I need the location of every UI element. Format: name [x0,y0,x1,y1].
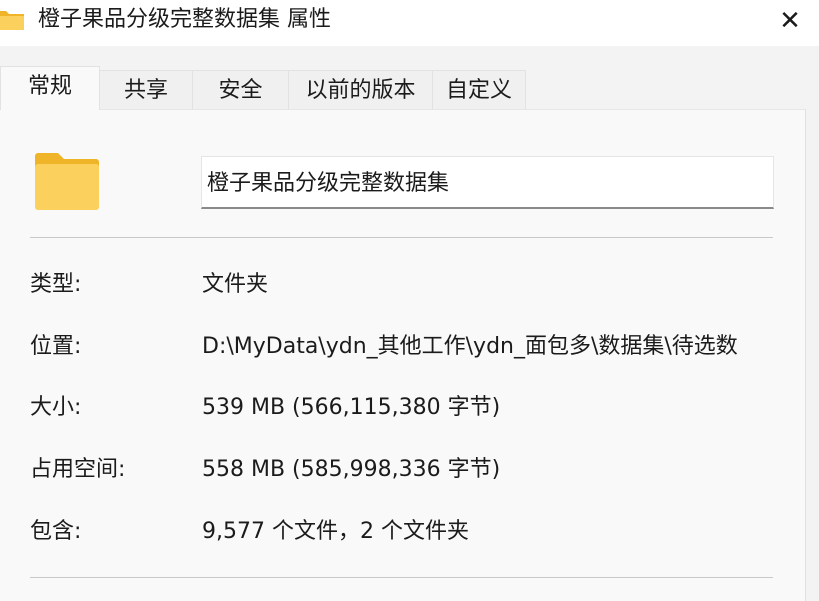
tab-previous-versions[interactable]: 以前的版本 [288,70,433,110]
title-bar: 橙子果品分级完整数据集 属性 ✕ [0,0,819,46]
tab-strip: 常规 共享 安全 以前的版本 自定义 [0,46,819,110]
tab-security[interactable]: 安全 [192,70,289,110]
location-label: 位置: [30,334,82,359]
location-value: D:\MyData\ydn_其他工作\ydn_面包多\数据集\待选数 [202,334,738,359]
size-label: 大小: [30,395,82,420]
size-on-disk-value: 558 MB (585,998,336 字节) [202,457,501,482]
close-button[interactable]: ✕ [770,2,810,40]
size-value: 539 MB (566,115,380 字节) [202,395,501,420]
type-value: 文件夹 [202,272,269,297]
contains-label: 包含: [30,519,82,544]
contains-value: 9,577 个文件，2 个文件夹 [202,519,469,544]
size-on-disk-label: 占用空间: [30,457,126,482]
folder-icon [35,153,99,210]
folder-name-input[interactable]: 橙子果品分级完整数据集 [201,156,774,209]
window-title: 橙子果品分级完整数据集 属性 [38,7,331,32]
folder-icon [0,11,24,30]
type-label: 类型: [30,272,82,297]
close-icon: ✕ [779,6,801,36]
tab-general[interactable]: 常规 [0,66,100,110]
tab-customize[interactable]: 自定义 [432,70,526,110]
divider [30,577,773,578]
tab-sharing[interactable]: 共享 [99,70,193,110]
divider [30,237,773,238]
